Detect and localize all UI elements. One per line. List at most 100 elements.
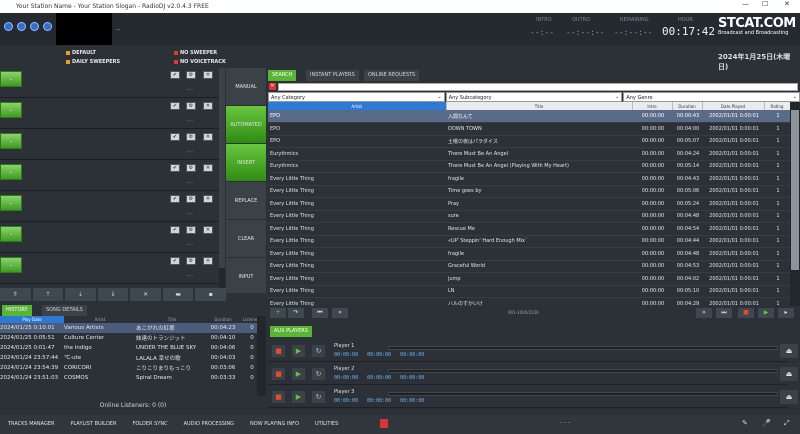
cart-tool-button[interactable]: ▪ [195,288,227,301]
history-col-header[interactable]: Artist [64,316,136,323]
library-scrollbar[interactable] [790,102,800,306]
cart-play-button[interactable]: - [0,164,22,180]
history-row[interactable]: 2024/01/25 0:01:47 the Indigo UNDER THE BL… [0,343,266,353]
library-col-header[interactable]: Artist [268,102,447,110]
insert-button[interactable]: ↷ [288,308,304,318]
table-row[interactable]: Every Little Thing sure 00:00:00 00:04:48 20… [268,210,790,223]
history-col-header[interactable]: Title [136,316,208,323]
cart-close-icon[interactable]: ✕ [203,195,213,203]
cart-check-icon[interactable]: ✔ [170,133,180,141]
close-icon[interactable]: ✕ [784,0,790,8]
history-row[interactable]: 2024/01/25 0:10:01 Various Artists あこがれの紅様… [0,323,266,333]
nav-folder-sync[interactable]: FOLDER SYNC [124,417,175,432]
cart-check-icon[interactable]: ✔ [170,195,180,203]
cart-close-icon[interactable]: ✕ [203,71,213,79]
table-row[interactable]: Every Little Thing Graceful World 00:00:00… [268,260,790,273]
player-loop-button[interactable]: ↻ [312,345,325,357]
cart-gear-icon[interactable]: ⚙ [186,226,196,234]
cart-play-button[interactable]: - [0,257,22,273]
player-stop-button[interactable]: ■ [272,391,285,403]
player-loop-button[interactable]: ↻ [312,368,325,380]
no-voicetrack-toggle[interactable]: NO VOICETRACK [174,59,226,65]
cart-gear-icon[interactable]: ⚙ [186,102,196,110]
nav-playlist-builder[interactable]: PLAYLIST BUILDER [63,417,125,432]
player-progress[interactable] [388,346,778,350]
player-play-button[interactable]: ▶ [292,345,305,357]
cart-gear-icon[interactable]: ⚙ [186,195,196,203]
table-row[interactable]: Every Little Thing ハルのすかいけ 00:00:00 00:04:2… [268,297,790,306]
last-page-button[interactable]: ⏭ [716,308,732,318]
library-col-header[interactable]: Date Played [702,102,765,110]
cart-play-button[interactable]: - [0,71,22,87]
mic-icon[interactable]: 🎤 [762,419,771,427]
cart-play-button[interactable]: - [0,133,22,149]
tab-online-requests[interactable]: ONLINE REQUESTS [364,70,420,81]
player-play-button[interactable]: ▶ [292,391,305,403]
cart-tool-button[interactable]: ✕ [130,288,161,301]
table-row[interactable]: EPO 入間なんて 00:00:00 00:00:43 2002/01/01 0:00:… [268,110,790,123]
cart-close-icon[interactable]: ✕ [203,164,213,172]
cart-tool-button[interactable]: ▬ [162,288,194,301]
tab-instant-players[interactable]: INSTANT PLAYERS [306,70,359,81]
nav-utilities[interactable]: UTILITIES [307,417,346,432]
history-row[interactable]: 2024/01/24 23:57:44 ℃-ute LALALA 幸せの歌 00:04… [0,353,266,363]
library-scroll-thumb[interactable] [791,110,799,270]
tab-search[interactable]: SEARCH [268,70,297,81]
mode-clear[interactable]: CLEAR [226,220,266,258]
table-row[interactable]: Every Little Thing Pray 00:00:00 00:05:24 20… [268,197,790,211]
maximize-icon[interactable]: ☐ [762,0,768,8]
cart-tool-button[interactable]: ⇓ [97,288,129,301]
play-preview-button[interactable]: ▶ [758,308,774,318]
cart-check-icon[interactable]: ✔ [170,102,180,110]
cart-close-icon[interactable]: ✕ [203,226,213,234]
clear-search-button[interactable]: ✕ [269,83,276,90]
cart-play-button[interactable]: - [0,102,22,118]
cart-check-icon[interactable]: ✔ [170,226,180,234]
first-page-button[interactable]: ⏮ [312,308,328,318]
history-col-header[interactable]: Duration [208,316,238,323]
cart-gear-icon[interactable]: ⚙ [186,164,196,172]
table-row[interactable]: Eurythmics There Must Be An Angel (Playin… [268,160,790,173]
cart-tool-button[interactable]: ⇑ [0,288,31,301]
table-row[interactable]: Every Little Thing fragile 00:00:00 00:04:4… [268,172,790,186]
table-row[interactable]: EPO DOWN TOWN 00:00:00 00:04:00 2002/01/01 0… [268,122,790,136]
next-page-button[interactable]: » [696,308,712,318]
table-row[interactable]: Eurythmics There Must Be An Angel 00:00:00… [268,147,790,161]
player-play-button[interactable]: ▶ [292,368,305,380]
minimize-icon[interactable]: — [742,0,749,8]
nav-now-playing-info[interactable]: NOW PLAYING INFO [242,417,307,432]
nav-tracks-manager[interactable]: TRACKS MANAGER [0,417,63,432]
cart-check-icon[interactable]: ✔ [170,164,180,172]
cart-close-icon[interactable]: ✕ [203,133,213,141]
mode-input[interactable]: INPUT [226,258,266,296]
prev-page-button[interactable]: « [332,308,348,318]
cart-close-icon[interactable]: ✕ [203,257,213,265]
cart-gear-icon[interactable]: ⚙ [186,133,196,141]
cart-play-button[interactable]: - [0,195,22,211]
cart-gear-icon[interactable]: ⚙ [186,71,196,79]
stop-button[interactable] [17,22,26,31]
cart-check-icon[interactable]: ✔ [170,71,180,79]
player-loop-button[interactable]: ↻ [312,391,325,403]
cart-gear-icon[interactable]: ⚙ [186,257,196,265]
tab-history[interactable]: HISTORY [2,305,32,316]
history-scrollbar[interactable] [257,316,266,396]
history-col-header[interactable]: Play Date [0,316,64,323]
player-stop-button[interactable]: ■ [272,368,285,380]
add-button[interactable]: + [270,308,286,318]
eject-icon[interactable]: ⏏ [780,390,798,404]
next-button[interactable] [43,22,52,31]
cart-check-icon[interactable]: ✔ [170,257,180,265]
nav-audio-processing[interactable]: AUDIO PROCESSING [176,417,242,432]
preview-more-button[interactable]: ▸ [778,308,794,318]
library-col-header[interactable]: Intro [632,102,673,110]
category-select[interactable]: Any Category [268,92,445,102]
default-sweeper[interactable]: DEFAULT [66,50,96,56]
table-row[interactable]: Every Little Thing Rescue Me 00:00:00 00:04… [268,222,790,236]
cart-close-icon[interactable]: ✕ [203,102,213,110]
search-input[interactable] [278,83,798,91]
cart-play-button[interactable]: - [0,226,22,242]
no-sweeper-toggle[interactable]: NO SWEEPER [174,50,217,56]
table-row[interactable]: EPO 土曜の夜はパラダイス 00:00:00 00:05:07 2002/01/01 … [268,135,790,148]
table-row[interactable]: Every Little Thing fragile 00:00:00 00:04:4… [268,247,790,261]
